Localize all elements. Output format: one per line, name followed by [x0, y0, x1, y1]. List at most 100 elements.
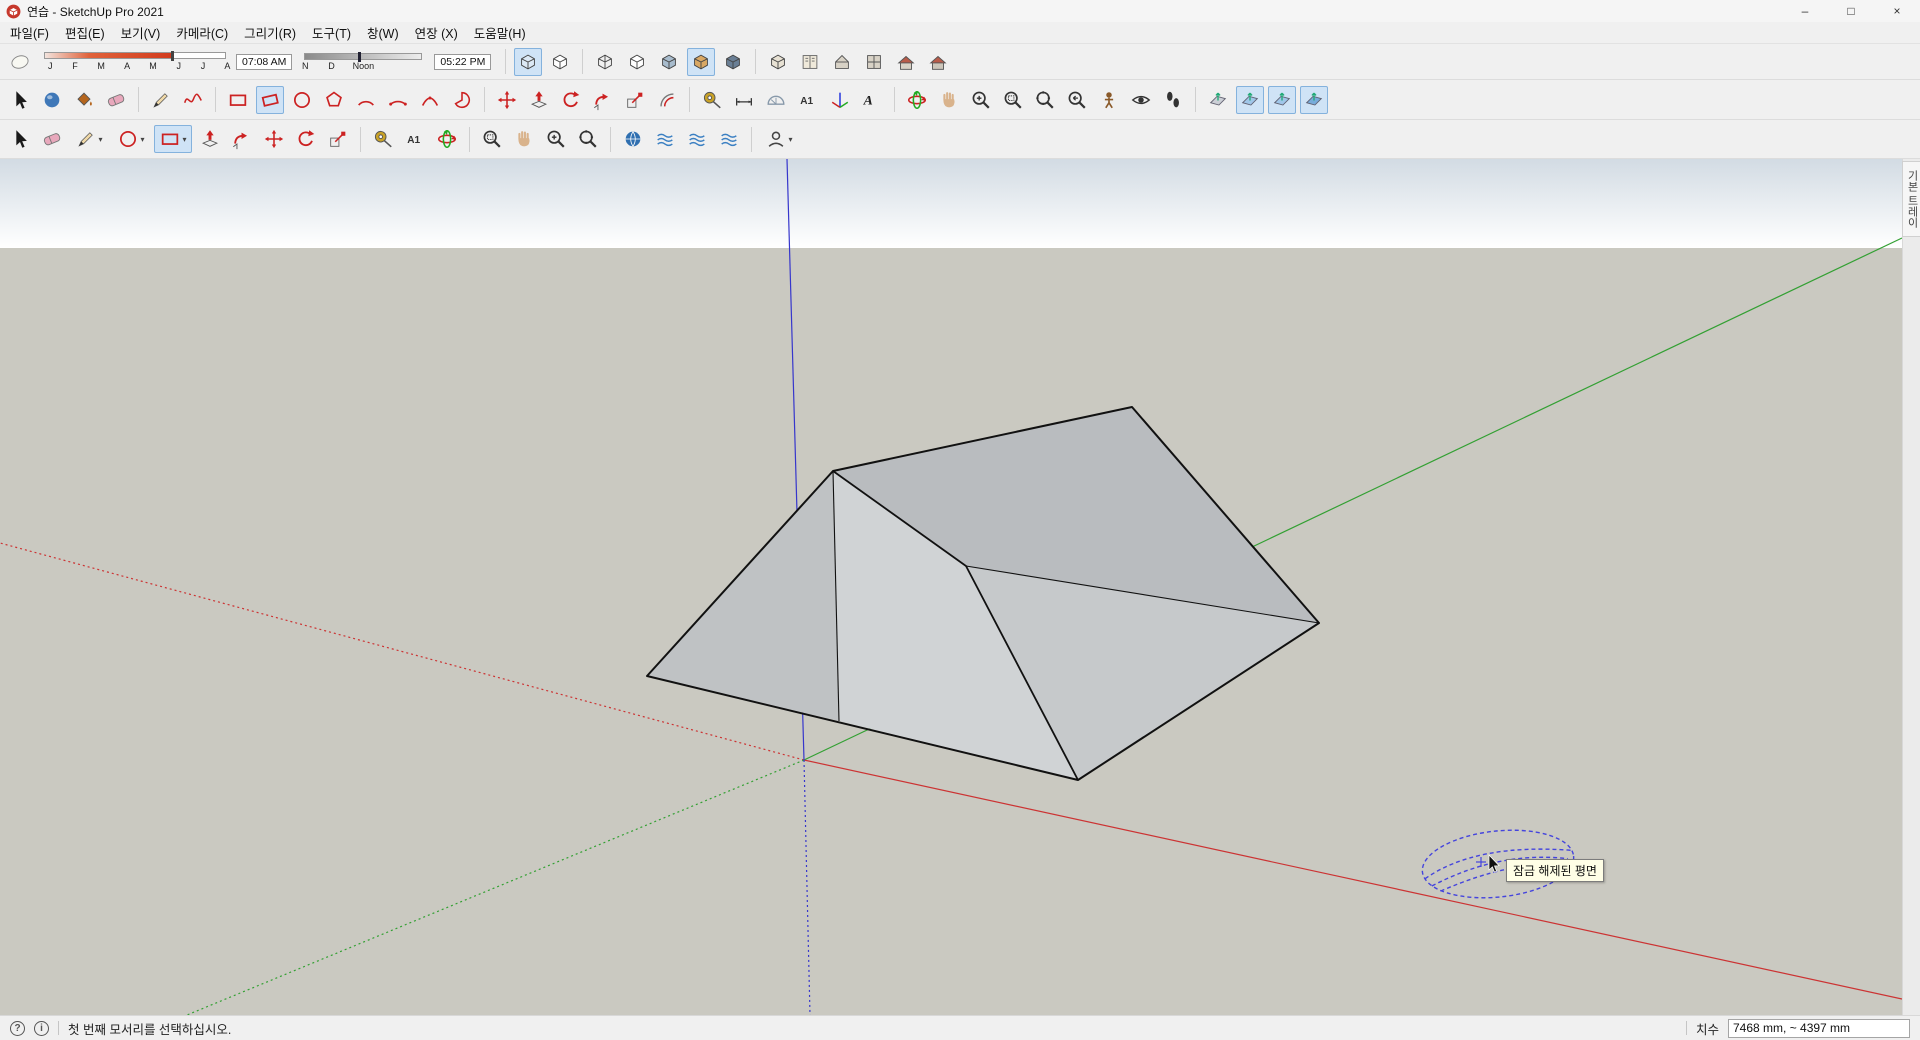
account-icon[interactable]: ▾	[760, 125, 798, 153]
freehand-tool[interactable]	[179, 86, 207, 114]
shadow-time-slider[interactable]	[304, 51, 423, 62]
menu-tools[interactable]: 도구(T)	[304, 21, 359, 44]
zoom-window-tool[interactable]	[478, 125, 506, 153]
polygon-tool[interactable]	[320, 86, 348, 114]
offset-tool[interactable]	[653, 86, 681, 114]
paint-bucket-tool[interactable]	[70, 86, 98, 114]
rotate-tool[interactable]	[557, 86, 585, 114]
shadow-date-slider[interactable]	[44, 51, 226, 61]
scale-tool[interactable]	[621, 86, 649, 114]
push-pull-tool[interactable]	[525, 86, 553, 114]
protractor-tool[interactable]	[762, 86, 790, 114]
display-section-cuts[interactable]	[1268, 85, 1296, 114]
walk-tool[interactable]	[1159, 86, 1187, 114]
text-tool[interactable]: A1	[794, 86, 822, 114]
viewport[interactable]: 잠금 해제된 평면	[0, 159, 1902, 1015]
view-top[interactable]	[860, 48, 888, 76]
info-icon[interactable]: i	[34, 1020, 49, 1036]
view-iso[interactable]	[828, 48, 856, 76]
position-camera-tool[interactable]	[1095, 86, 1123, 114]
line-tool[interactable]	[147, 86, 175, 114]
account-icon-dropdown[interactable]: ▾	[788, 135, 792, 144]
shadow-time-end[interactable]: 05:22 PM	[434, 53, 492, 70]
menu-help[interactable]: 도움말(H)	[466, 21, 534, 44]
previous-view-tool[interactable]	[1063, 86, 1091, 114]
line-tool-dropdown[interactable]: ▾	[98, 135, 102, 144]
pages-icon[interactable]	[796, 48, 824, 76]
3d-text-tool[interactable]: A	[858, 86, 886, 114]
measurements-input[interactable]	[1728, 1018, 1910, 1038]
menu-draw[interactable]: 그리기(R)	[236, 21, 304, 44]
look-around-tool[interactable]	[1127, 86, 1155, 114]
tape-measure-tool[interactable]	[698, 86, 726, 114]
arc-tool[interactable]	[352, 86, 380, 114]
follow-me-tool[interactable]	[228, 125, 256, 153]
dimension-tool[interactable]	[730, 86, 758, 114]
shadow-toggle[interactable]	[6, 48, 34, 76]
push-pull-tool[interactable]	[196, 125, 224, 153]
follow-me-tool[interactable]	[589, 86, 617, 114]
help-icon[interactable]: ?	[10, 1020, 25, 1036]
zoom-extents-tool[interactable]	[1031, 86, 1059, 114]
style-xray[interactable]	[514, 47, 543, 76]
style-hidden-line[interactable]	[623, 48, 651, 76]
style-shaded-textures[interactable]	[687, 47, 716, 76]
select-tool[interactable]	[6, 125, 34, 153]
two-point-arc-tool[interactable]	[384, 86, 412, 114]
move-tool[interactable]	[493, 86, 521, 114]
menu-edit[interactable]: 편집(E)	[57, 21, 113, 44]
display-section-planes[interactable]	[1236, 85, 1264, 114]
menu-camera[interactable]: 카메라(C)	[168, 21, 236, 44]
rectangle-tool-dropdown[interactable]: ▾	[182, 135, 186, 144]
style-monochrome[interactable]	[719, 48, 747, 76]
three-point-arc-tool[interactable]	[416, 86, 444, 114]
style-shaded[interactable]	[655, 48, 683, 76]
circle-tool[interactable]: ▾	[112, 125, 150, 153]
menu-view[interactable]: 보기(V)	[113, 21, 169, 44]
terrain-icon-3[interactable]	[715, 125, 743, 153]
display-section-fill[interactable]	[1300, 85, 1328, 114]
maximize-button[interactable]: □	[1828, 0, 1874, 22]
section-plane-tool[interactable]	[1204, 86, 1232, 114]
menu-file[interactable]: 파일(F)	[2, 21, 57, 44]
eraser-tool[interactable]	[102, 86, 130, 114]
make-component-tool[interactable]	[38, 86, 66, 114]
style-wireframe[interactable]	[591, 48, 619, 76]
zoom-tool[interactable]	[967, 86, 995, 114]
close-button[interactable]: ×	[1874, 0, 1920, 22]
minimize-button[interactable]: –	[1782, 0, 1828, 22]
line-tool[interactable]: ▾	[70, 125, 108, 153]
tape-measure-tool[interactable]	[369, 125, 397, 153]
shadow-time-thumb[interactable]	[357, 51, 361, 62]
scale-tool[interactable]	[324, 125, 352, 153]
geo-location-icon[interactable]	[619, 125, 647, 153]
select-tool[interactable]	[6, 86, 34, 114]
pan-tool[interactable]	[510, 125, 538, 153]
terrain-icon-1[interactable]	[651, 125, 679, 153]
shadow-date-thumb[interactable]	[171, 51, 174, 61]
rectangle-tool[interactable]	[224, 86, 252, 114]
rotate-tool[interactable]	[292, 125, 320, 153]
move-tool[interactable]	[260, 125, 288, 153]
view-back[interactable]	[924, 48, 952, 76]
view-front[interactable]	[892, 48, 920, 76]
eraser-tool[interactable]	[38, 125, 66, 153]
viewport-canvas[interactable]	[0, 159, 1902, 1015]
shadow-time-start[interactable]: 07:08 AM	[236, 53, 293, 70]
scene-box-icon[interactable]	[764, 48, 792, 76]
orbit-tool[interactable]	[433, 125, 461, 153]
axes-tool[interactable]	[826, 86, 854, 114]
menu-window[interactable]: 창(W)	[359, 21, 407, 44]
tray-tab-default[interactable]: 기본 트레이	[1902, 161, 1920, 238]
menu-extensions[interactable]: 연장 (X)	[407, 21, 466, 44]
zoom-window-tool[interactable]	[999, 86, 1027, 114]
circle-tool[interactable]	[288, 86, 316, 114]
rotated-rectangle-tool[interactable]	[256, 85, 284, 114]
zoom-extents-tool[interactable]	[574, 125, 602, 153]
rectangle-tool[interactable]: ▾	[154, 125, 192, 153]
style-back-edges[interactable]	[546, 48, 574, 76]
zoom-tool[interactable]	[542, 125, 570, 153]
text-tool[interactable]: A1	[401, 125, 429, 153]
pie-tool[interactable]	[448, 86, 476, 114]
terrain-icon-2[interactable]	[683, 125, 711, 153]
